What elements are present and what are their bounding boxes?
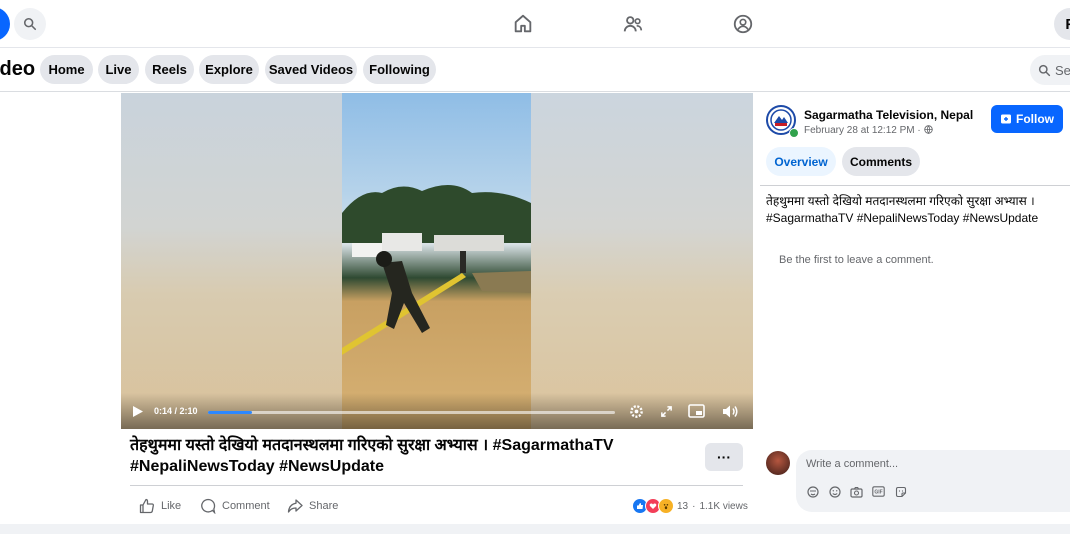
share-icon xyxy=(287,499,303,513)
post-timestamp[interactable]: February 28 at 12:12 PM · xyxy=(804,125,933,136)
nav-home[interactable] xyxy=(509,10,537,38)
post-description: तेहथुममा यस्तो देखियो मतदानस्थलमा गरिएको… xyxy=(766,193,1066,227)
meta-separator: · xyxy=(692,500,696,512)
description-hashtags[interactable]: #SagarmathaTV #NepaliNewsToday #NewsUpda… xyxy=(766,210,1066,227)
reactions-summary[interactable]: 13 · 1.1K views xyxy=(632,497,748,515)
video-progress-bar[interactable] xyxy=(208,411,615,414)
comment-composer[interactable]: Write a comment... GIF xyxy=(796,450,1070,512)
pill-reels[interactable]: Reels xyxy=(145,55,194,84)
description-text: तेहथुममा यस्तो देखियो मतदानस्थलमा गरिएको… xyxy=(766,194,1035,208)
pill-explore[interactable]: Explore xyxy=(199,55,259,84)
video-title: तेहथुममा यस्तो देखियो मतदानस्थलमा गरिएको… xyxy=(130,437,614,475)
online-status-dot xyxy=(789,128,799,138)
profile-button[interactable]: F xyxy=(1054,8,1070,40)
gif-icon[interactable]: GIF xyxy=(872,485,885,498)
search-button[interactable] xyxy=(14,8,46,40)
search-placeholder: Sea xyxy=(1055,62,1070,78)
sticker-icon[interactable] xyxy=(894,485,907,498)
tab-comments[interactable]: Comments xyxy=(842,147,920,176)
facebook-logo[interactable] xyxy=(0,7,10,41)
video-progress-fill xyxy=(208,411,252,414)
follow-label: Follow xyxy=(1016,112,1054,126)
video-subnav: ideo Home Live Reels Explore Saved Video… xyxy=(0,48,1070,92)
tab-overview[interactable]: Overview xyxy=(766,147,836,176)
comment-button[interactable]: Comment xyxy=(200,497,270,515)
post-date-text: February 28 at 12:12 PM · xyxy=(804,125,924,136)
camera-icon[interactable] xyxy=(850,485,863,498)
like-label: Like xyxy=(161,500,182,512)
like-button[interactable]: Like xyxy=(139,497,181,515)
sagarmatha-logo xyxy=(770,109,792,131)
sidebar-divider xyxy=(760,185,1070,186)
top-navigation-bar: F xyxy=(0,0,1070,48)
video-post: 0:14 / 2:10 तेहथुममा यस्तो देखियो मतदानस… xyxy=(0,92,760,524)
groups-icon xyxy=(733,14,753,34)
video-frame xyxy=(342,93,531,429)
nav-friends[interactable] xyxy=(619,10,647,38)
pill-live[interactable]: Live xyxy=(98,55,139,84)
current-user-avatar[interactable] xyxy=(766,451,790,475)
video-time: 0:14 / 2:10 xyxy=(154,406,198,416)
pill-saved-videos[interactable]: Saved Videos xyxy=(265,55,357,84)
empty-comments-message: Be the first to leave a comment. xyxy=(779,254,934,266)
comment-input-placeholder: Write a comment... xyxy=(806,458,899,470)
video-player[interactable]: 0:14 / 2:10 xyxy=(121,93,753,429)
follow-icon xyxy=(1001,114,1011,124)
reaction-count: 13 xyxy=(677,500,689,512)
share-button[interactable]: Share xyxy=(287,497,338,515)
nav-groups[interactable] xyxy=(729,10,757,38)
video-scene xyxy=(342,184,531,355)
avatar-sticker-icon[interactable] xyxy=(806,485,819,498)
pill-home[interactable]: Home xyxy=(40,55,93,84)
expand-icon[interactable] xyxy=(660,405,673,418)
play-icon[interactable] xyxy=(132,405,144,418)
composer-toolbar: GIF xyxy=(806,485,907,498)
video-blur-left xyxy=(121,93,342,429)
video-controls: 0:14 / 2:10 xyxy=(121,393,753,429)
title-divider xyxy=(130,485,743,486)
view-count: 1.1K views xyxy=(699,500,748,512)
home-icon xyxy=(514,14,532,33)
page-title: ideo xyxy=(0,58,36,80)
svg-text:GIF: GIF xyxy=(874,490,882,496)
profile-initial: F xyxy=(1065,15,1070,33)
video-search-input[interactable]: Sea xyxy=(1030,55,1070,85)
search-icon xyxy=(1038,64,1051,76)
comment-icon xyxy=(201,498,216,514)
pill-following[interactable]: Following xyxy=(363,55,436,84)
globe-icon xyxy=(923,125,933,135)
like-icon xyxy=(139,498,154,514)
volume-icon[interactable] xyxy=(722,404,739,419)
settings-icon[interactable] xyxy=(629,404,644,419)
emoji-icon[interactable] xyxy=(828,485,841,498)
video-blur-right xyxy=(531,93,753,429)
follow-button[interactable]: Follow xyxy=(991,105,1063,133)
picture-in-picture-icon[interactable] xyxy=(688,404,705,418)
comment-label: Comment xyxy=(222,500,270,512)
search-icon xyxy=(23,17,37,31)
wow-reaction-icon xyxy=(658,498,674,514)
share-label: Share xyxy=(309,500,339,512)
post-sidebar: Sagarmatha Television, Nepal February 28… xyxy=(760,92,1070,524)
page-name-link[interactable]: Sagarmatha Television, Nepal xyxy=(804,108,973,122)
more-options-button[interactable]: ··· xyxy=(705,443,743,471)
friends-icon xyxy=(623,16,643,32)
